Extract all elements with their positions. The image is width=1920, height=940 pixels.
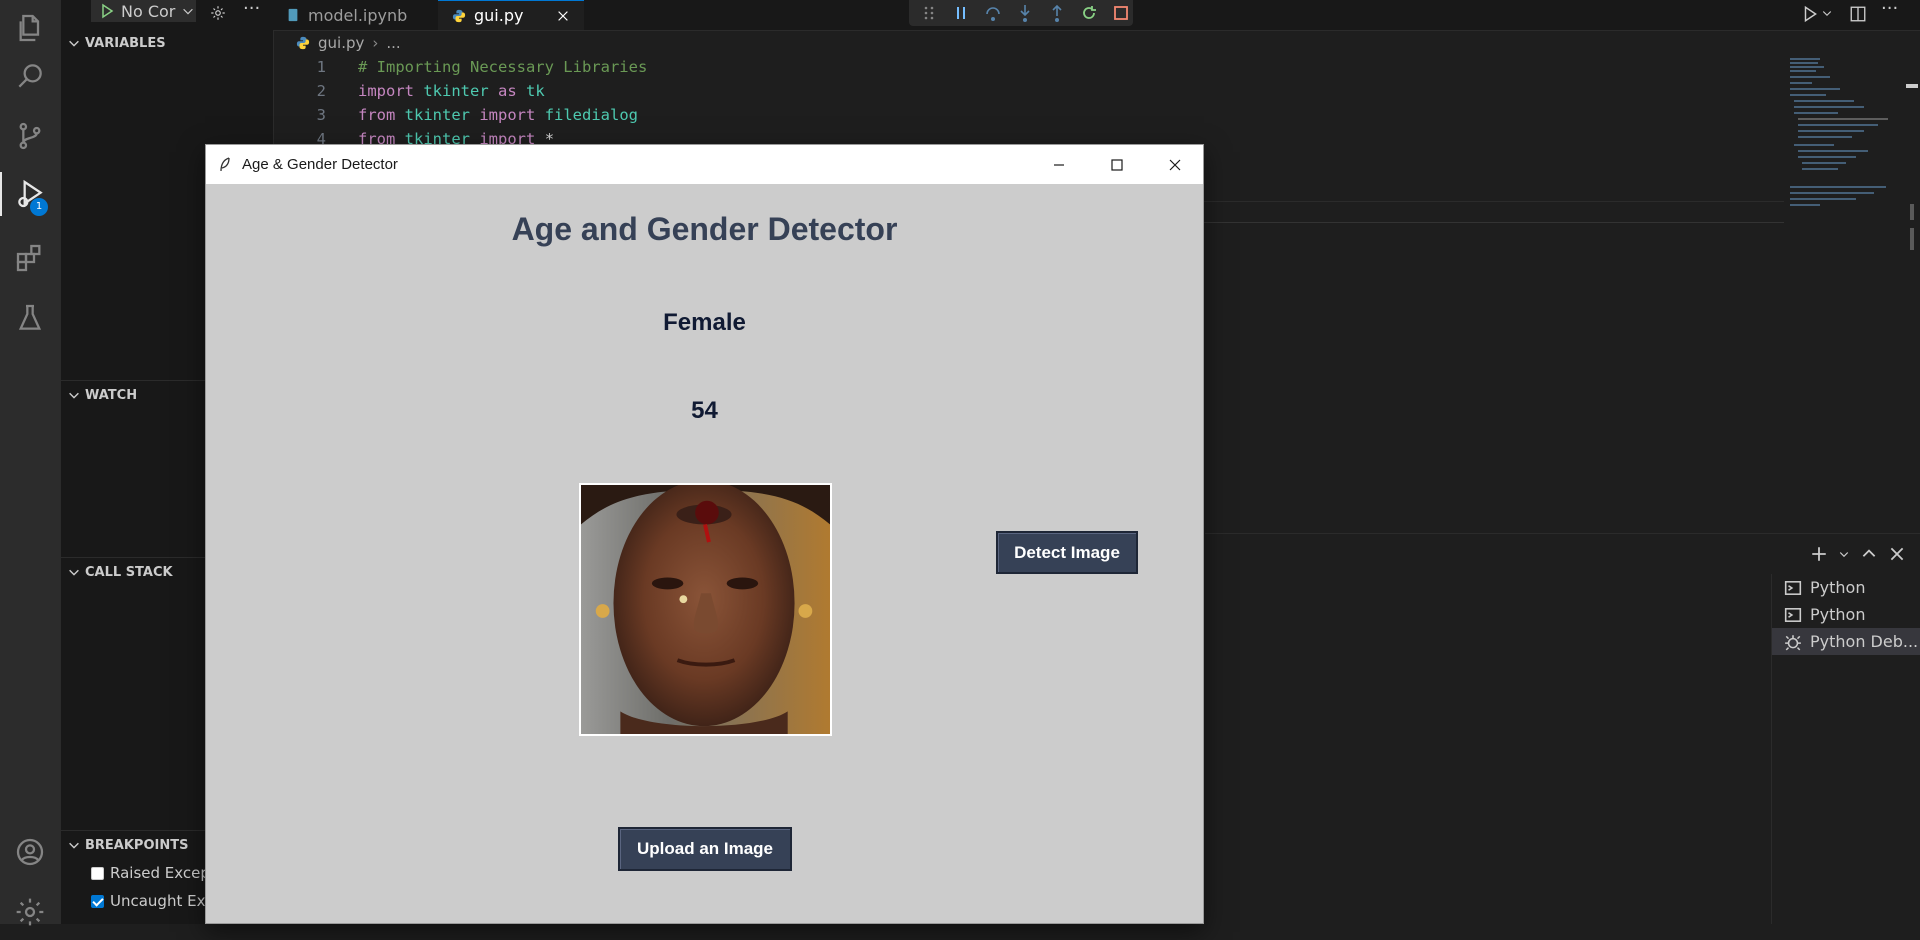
terminal-item[interactable]: Python Deb... — [1772, 628, 1920, 655]
divider — [1204, 201, 1784, 202]
minimap[interactable] — [1788, 56, 1906, 216]
start-debug-icon[interactable] — [99, 3, 115, 19]
code-line: # Importing Necessary Libraries — [358, 58, 648, 76]
detect-image-button[interactable]: Detect Image — [996, 531, 1138, 574]
scrollbar-thumb[interactable] — [1906, 84, 1918, 88]
panel-actions — [1810, 542, 1906, 566]
run-debug-icon[interactable]: 1 — [0, 166, 60, 222]
tab-gui-py[interactable]: gui.py — [438, 0, 584, 30]
upload-image-button[interactable]: Upload an Image — [618, 827, 792, 871]
testing-icon[interactable] — [0, 290, 60, 346]
checkbox[interactable] — [91, 866, 104, 880]
divider — [1204, 222, 1784, 223]
close-icon — [1169, 159, 1181, 170]
line-number: 3 — [316, 106, 326, 124]
step-into-icon[interactable] — [1015, 3, 1035, 23]
close-icon[interactable] — [556, 9, 570, 23]
debug-config-label: No Cor — [121, 1, 176, 21]
chevron-down-icon — [69, 569, 79, 576]
gender-result: Female — [663, 309, 746, 336]
stop-icon[interactable] — [1111, 3, 1131, 23]
line-number: 1 — [316, 58, 326, 76]
section-title: BREAKPOINTS — [85, 837, 189, 853]
debug-config-select[interactable]: No Cor — [91, 0, 196, 22]
terminal-icon — [1784, 607, 1802, 622]
terminal-label: Python Deb... — [1810, 632, 1919, 651]
drag-handle-icon[interactable] — [919, 3, 939, 23]
debug-toolbar — [909, 0, 1133, 26]
tab-model-ipynb[interactable]: model.ipynb — [272, 0, 438, 30]
source-control-icon[interactable] — [0, 108, 60, 164]
settings-gear-icon[interactable] — [0, 884, 60, 940]
section-title: WATCH — [85, 387, 138, 403]
code-line: import tkinter as tk — [358, 82, 545, 100]
maximize-panel-icon[interactable] — [1860, 545, 1878, 563]
close-panel-icon[interactable] — [1888, 545, 1906, 563]
debug-badge: 1 — [30, 198, 48, 216]
terminal-label: Python — [1810, 605, 1866, 624]
restart-icon[interactable] — [1079, 3, 1099, 23]
maximize-icon — [1111, 158, 1123, 171]
variables-section-header[interactable]: VARIABLES — [61, 32, 273, 54]
age-result: 54 — [691, 397, 718, 424]
split-editor-icon[interactable] — [1849, 5, 1867, 23]
run-file-icon[interactable] — [1801, 5, 1819, 23]
more-actions-icon[interactable]: ··· — [1881, 0, 1898, 19]
breadcrumb: gui.py › ... — [296, 32, 401, 54]
breadcrumb-more[interactable]: ... — [386, 34, 400, 52]
feather-icon — [220, 156, 230, 171]
app-window: Age & Gender Detector Age and Gender Det… — [205, 144, 1204, 924]
terminal-icon — [1784, 580, 1802, 595]
terminal-item[interactable]: Python — [1772, 574, 1920, 601]
chevron-down-icon — [69, 40, 79, 47]
pause-icon[interactable] — [951, 3, 971, 23]
minimize-icon — [1054, 163, 1064, 166]
top-bar: No Cor ··· model.ipynb gui.py ··· — [61, 0, 1920, 31]
breakpoint-uncaught-exceptions[interactable]: Uncaught Exc — [91, 890, 213, 912]
debug-settings-gear-icon[interactable] — [209, 4, 227, 22]
window-titlebar[interactable]: Age & Gender Detector — [206, 145, 1203, 184]
panel-divider — [1205, 533, 1920, 534]
uploaded-face-image — [579, 483, 832, 736]
checkbox[interactable] — [91, 894, 104, 908]
tab-label: gui.py — [474, 6, 524, 25]
debug-icon — [1785, 634, 1801, 650]
chevron-down-icon — [69, 842, 79, 849]
tab-label: model.ipynb — [308, 5, 408, 25]
more-actions-icon[interactable]: ··· — [243, 0, 260, 19]
maximize-button[interactable] — [1088, 145, 1146, 184]
extensions-icon[interactable] — [0, 230, 60, 286]
code-line: from tkinter import filedialog — [358, 106, 639, 124]
close-window-button[interactable] — [1146, 145, 1204, 184]
python-file-icon — [296, 36, 310, 50]
terminal-list: Python Python Python Deb... — [1771, 574, 1920, 924]
chevron-down-icon — [183, 8, 194, 15]
notebook-icon — [288, 8, 298, 22]
terminal-item[interactable]: Python — [1772, 601, 1920, 628]
minimize-button[interactable] — [1030, 145, 1088, 184]
breakpoint-label: Uncaught Exc — [110, 892, 214, 910]
step-over-icon[interactable] — [983, 3, 1003, 23]
line-number: 2 — [316, 82, 326, 100]
scrollbar-marker — [1910, 204, 1914, 220]
step-out-icon[interactable] — [1047, 3, 1067, 23]
scrollbar-marker — [1910, 228, 1914, 250]
accounts-icon[interactable] — [0, 824, 60, 880]
app-heading: Age and Gender Detector — [511, 211, 898, 247]
chevron-down-icon[interactable] — [1821, 7, 1833, 19]
window-title: Age & Gender Detector — [242, 156, 398, 173]
python-file-icon — [452, 9, 466, 22]
terminal-label: Python — [1810, 578, 1866, 597]
activity-bar: 1 — [0, 0, 61, 926]
breadcrumb-file[interactable]: gui.py — [318, 34, 364, 52]
add-terminal-icon[interactable] — [1810, 545, 1828, 563]
chevron-down-icon[interactable] — [1838, 545, 1850, 563]
chevron-down-icon — [69, 392, 79, 399]
breakpoint-raised-exceptions[interactable]: Raised Excep — [91, 862, 210, 884]
search-icon[interactable] — [0, 48, 60, 104]
breakpoint-label: Raised Excep — [110, 864, 210, 882]
section-title: CALL STACK — [85, 564, 173, 580]
section-title: VARIABLES — [85, 35, 166, 51]
